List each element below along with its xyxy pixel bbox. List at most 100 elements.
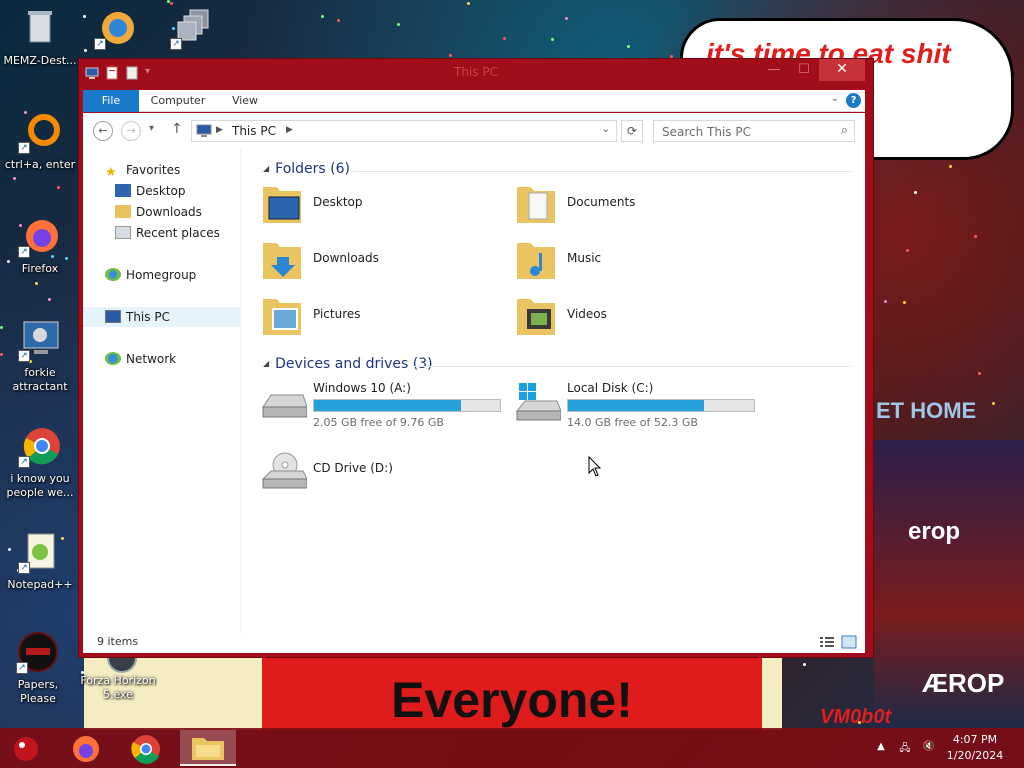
desktop-icon-label: Notepad++ [7,578,73,591]
network-icon [105,352,121,365]
show-hidden-icons-icon[interactable]: ▲ [874,741,888,755]
folder-desktop[interactable]: Desktop [261,179,501,229]
drive-free-space: 2.05 GB free of 9.76 GB [313,416,444,429]
banner-text: Everyone! [391,672,633,728]
desktop-icon-chrome[interactable]: ↗ i know you people we... [2,424,78,500]
taskbar-chrome[interactable] [118,730,174,766]
tab-view[interactable]: View [221,90,269,112]
watermark: VM0b0t [820,706,892,728]
refresh-button[interactable]: ⟳ [621,120,643,142]
taskbar-file-explorer[interactable] [180,730,236,766]
drive-label: CD Drive (D:) [313,461,393,475]
volume-muted-icon[interactable]: 🔇 [922,741,936,755]
this-pc-icon [196,124,212,141]
content-pane: ◢ Folders (6) Desktop Documents Downloads… [243,149,863,633]
folder-label: Videos [567,307,607,321]
search-icon[interactable]: ⌕ [841,123,848,138]
maximize-button[interactable]: ☐ [789,59,819,81]
desktop-icon-label: Firefox [21,262,59,275]
folder-label: Music [567,251,602,265]
confetti-dot [914,191,917,194]
folder-pictures[interactable]: Pictures [261,291,501,341]
nav-favorites[interactable]: ★ Favorites [105,161,180,180]
drive-label: Windows 10 (A:) [313,381,411,395]
confetti-dot [884,300,887,303]
details-view-icon[interactable] [819,635,835,649]
nav-network[interactable]: Network [105,350,176,368]
folder-label: Downloads [313,251,379,265]
nav-homegroup[interactable]: Homegroup [105,266,196,284]
help-button[interactable]: ? [846,93,861,108]
folder-label: Documents [567,195,636,209]
drive-usage-bar [313,399,501,412]
nav-downloads[interactable]: Downloads [115,203,202,221]
drive-cd-d[interactable]: CD Drive (D:) [261,449,501,499]
large-icons-view-icon[interactable] [841,635,857,649]
breadcrumb-this-pc[interactable]: This PC [232,124,276,138]
forward-button[interactable]: → [121,121,141,141]
confetti-dot [906,249,909,252]
star-icon: ★ [105,165,117,180]
music-folder-icon [515,235,557,281]
taskbar-firefox[interactable] [58,730,114,766]
drive-local-c[interactable]: Local Disk (C:) 14.0 GB free of 52.3 GB [515,381,755,431]
desktop-icon-ctrl-a[interactable]: ↗ ctrl+a, enter [2,110,78,172]
folder-label: Pictures [313,307,361,321]
tab-computer[interactable]: Computer [143,90,213,112]
desktop-icon-firefox[interactable]: ↗ Firefox [2,214,78,276]
nav-recent-places[interactable]: Recent places [115,224,220,242]
desktop-icon-label: MEMZ-Dest... [3,54,77,67]
desktop-icon-notepadpp[interactable]: ↗ Notepad++ [2,530,78,592]
address-bar[interactable]: ▶ This PC ▶ ⌄ [191,120,617,142]
desktop-icon-edge[interactable]: ↗ [78,6,154,54]
nav-this-pc[interactable]: This PC [105,308,170,326]
recent-locations-icon[interactable]: ▾ [149,123,154,134]
wallpaper-cream-right [762,656,782,730]
navigation-pane: ★ Favorites Desktop Downloads Recent plac… [83,149,241,633]
desktop-icon-label: Papers, Please [17,678,59,705]
explorer-body: ★ Favorites Desktop Downloads Recent plac… [83,149,865,633]
desktop-icon-label: i know you people we... [6,472,74,499]
taskbar-memz[interactable] [0,730,56,766]
drive-windows-a[interactable]: Windows 10 (A:) 2.05 GB free of 9.76 GB [261,381,501,431]
folder-music[interactable]: Music [515,235,755,285]
tab-file[interactable]: File [83,90,139,112]
close-button[interactable]: ✕ [819,59,865,81]
nav-desktop[interactable]: Desktop [115,182,186,200]
desktop-icon-recycle-bin[interactable]: MEMZ-Dest... [2,6,78,68]
search-box[interactable]: Search This PC ⌕ [653,120,855,142]
confetti-dot [449,54,452,57]
breadcrumb-separator-icon[interactable]: ▶ [216,125,223,135]
breadcrumb-separator-icon[interactable]: ▶ [286,125,293,135]
network-tray-icon[interactable]: 🖧 [898,741,912,755]
system-clock[interactable]: 4:07 PM 1/20/2024 [940,732,1010,764]
confetti-dot [170,2,173,5]
shortcut-arrow-icon: ↗ [18,246,30,258]
desktop-icon-task-view[interactable]: ↗ [154,6,230,54]
shortcut-arrow-icon: ↗ [18,456,30,468]
minimize-button[interactable]: — [759,59,789,81]
title-bar[interactable]: ▾ This PC — ☐ ✕ [79,59,873,89]
back-button[interactable]: ← [93,121,113,141]
collapse-triangle-icon: ◢ [263,164,270,173]
sign-home: ET HOME [876,398,977,423]
address-history-icon[interactable]: ⌄ [602,124,610,135]
drives-group-header[interactable]: ◢ Devices and drives (3) [263,356,433,374]
shortcut-arrow-icon: ↗ [18,562,30,574]
confetti-dot [467,2,470,5]
drive-free-space: 14.0 GB free of 52.3 GB [567,416,698,429]
up-button[interactable]: ↑ [171,121,183,137]
folder-downloads[interactable]: Downloads [261,235,501,285]
hard-drive-icon [261,381,308,427]
sign-aerop: ÆROP [922,668,1005,698]
expand-ribbon-icon[interactable]: ⌄ [831,93,839,104]
folder-videos[interactable]: Videos [515,291,755,341]
videos-folder-icon [515,291,557,337]
desktop-icon-papers-please[interactable]: ↗ Papers, Please [0,630,76,706]
homegroup-icon [105,268,121,281]
explorer-window: ▾ This PC — ☐ ✕ File Computer View ⌄ ? ←… [78,58,874,658]
folder-documents[interactable]: Documents [515,179,755,229]
desktop-icon-forkie[interactable]: ↗ forkie attractant [2,318,78,394]
group-divider [353,171,851,172]
folders-group-header[interactable]: ◢ Folders (6) [263,161,350,179]
